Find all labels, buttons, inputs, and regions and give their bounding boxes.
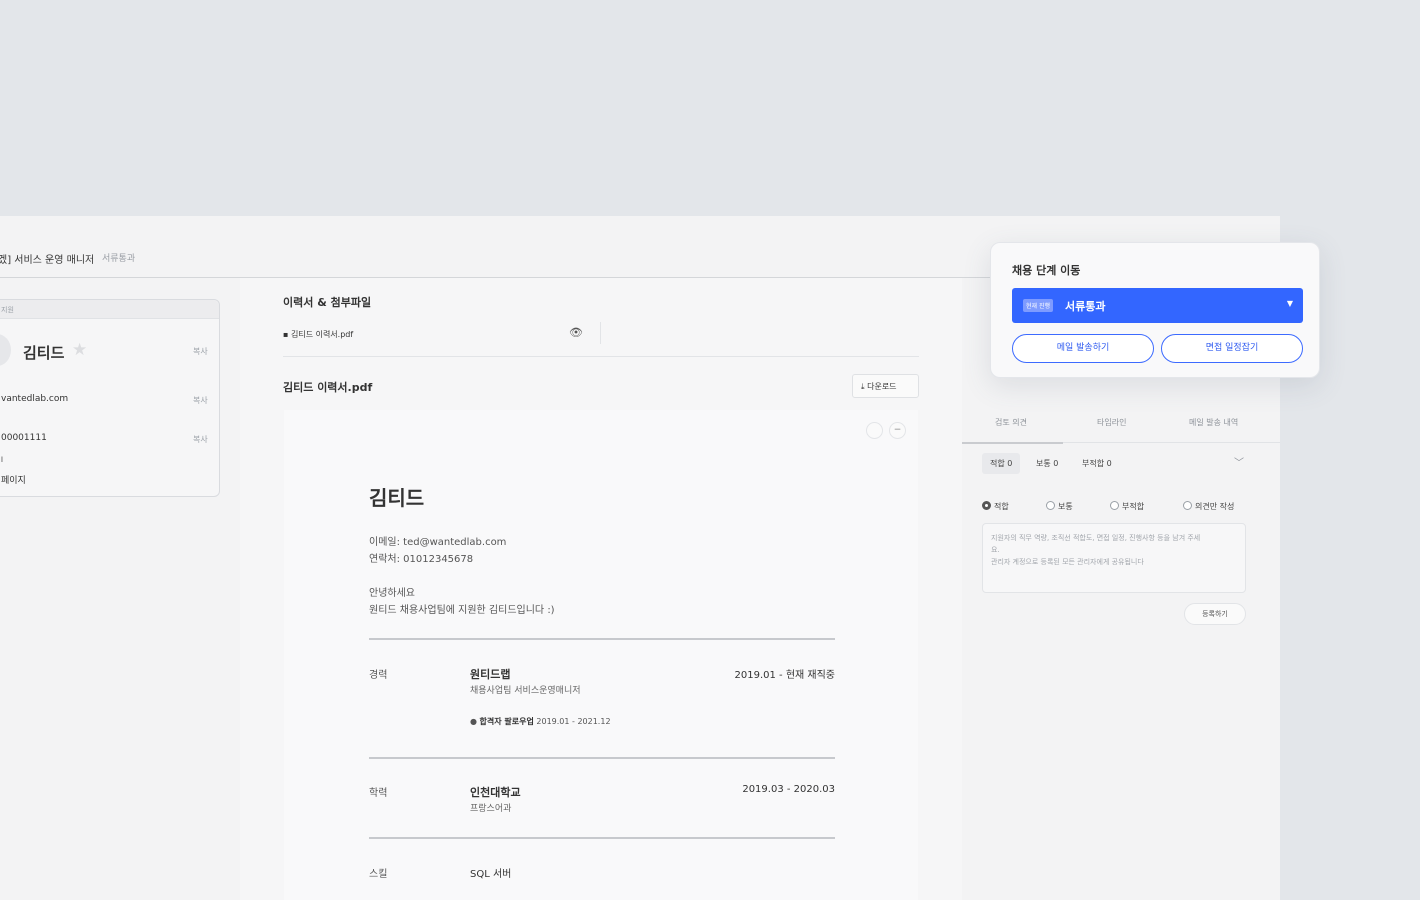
stage-move-popover: 채용 단계 이동 현재 진행 서류통과 ▼ 메일 발송하기 면접 일정잡기 xyxy=(990,242,1320,378)
download-button[interactable]: ⤓ 다운로드 xyxy=(852,374,919,398)
caret-down-icon: ▼ xyxy=(1286,299,1293,308)
viewer-title: 김티드 이력서.pdf xyxy=(283,381,373,394)
candidate-phone: 00001111 xyxy=(1,433,47,443)
resume-intro: 원티드 채용사업팀에 지원한 김티드입니다 :) xyxy=(369,605,555,616)
candidate-email: vantedlab.com xyxy=(1,394,69,404)
chip-fit[interactable]: 적합 0 xyxy=(982,453,1021,474)
candidate-extra: l xyxy=(1,456,3,464)
resume-phone: 연락처: 01012345678 xyxy=(369,554,474,565)
schedule-interview-button[interactable]: 면접 일정잡기 xyxy=(1161,334,1303,363)
radio-icon xyxy=(1110,501,1119,510)
divider xyxy=(369,837,835,839)
education-major: 프랑스어과 xyxy=(470,804,512,814)
candidate-card: 지원 김티드 ★ 복사 vantedlab.com 복사 00001111 복사… xyxy=(0,299,220,497)
divider xyxy=(283,356,919,357)
radio-comment-only-label: 의견만 작성 xyxy=(1195,502,1235,511)
radio-unfit-label: 부적합 xyxy=(1122,502,1145,511)
radio-comment-only[interactable]: 의견만 작성 xyxy=(1183,501,1234,512)
divider xyxy=(369,757,835,759)
placeholder-line: 관리자 계정으로 등록된 모든 관리자에게 공유됩니다 xyxy=(991,558,1144,566)
placeholder-line: 요. xyxy=(991,546,1000,554)
radio-fit-label: 적합 xyxy=(994,502,1009,511)
career-project: ● 합격자 팔로우업 2019.01 - 2021.12 xyxy=(470,717,611,726)
review-tabs: 검토 의견 타임라인 메일 발송 내역 xyxy=(962,401,1280,443)
copy-phone-button[interactable]: 복사 xyxy=(193,434,208,445)
radio-unfit[interactable]: 부적합 xyxy=(1110,501,1144,512)
skills-label: 스킬 xyxy=(369,869,388,880)
rating-summary: 적합 0 보통 0 부적합 0 xyxy=(982,453,1252,475)
attachment-file-item[interactable]: ▪ 김티드 이력서.pdf xyxy=(283,329,353,340)
career-period: 2019.01 - 현재 재직중 xyxy=(734,670,836,681)
candidate-card-header: 지원 xyxy=(0,300,219,319)
copy-email-button[interactable]: 복사 xyxy=(193,395,208,406)
tab-review[interactable]: 검토 의견 xyxy=(995,417,1027,428)
education-period: 2019.03 - 2020.03 xyxy=(742,784,835,795)
selected-stage: 서류통과 xyxy=(1065,300,1106,313)
career-role: 채용사업팀 서비스운영매니저 xyxy=(470,686,581,696)
education-school: 인천대학교 xyxy=(470,786,521,799)
career-label: 경력 xyxy=(369,670,388,681)
star-icon[interactable]: ★ xyxy=(72,340,87,360)
resume-viewer: − 김티드 이메일: ted@wantedlab.com 연락처: 010123… xyxy=(284,410,918,900)
radio-fit[interactable]: 적합 xyxy=(982,501,1009,512)
chip-unfit[interactable]: 부적합 0 xyxy=(1074,453,1120,474)
resume-name: 김티드 xyxy=(369,486,425,510)
divider xyxy=(369,638,835,640)
career-company: 원티드랩 xyxy=(470,668,511,681)
zoom-in-button[interactable] xyxy=(866,422,883,439)
tab-mail-history[interactable]: 메일 발송 내역 xyxy=(1189,417,1238,428)
review-comment-field[interactable]: 지원자의 직무 역량, 조직선 적합도, 면접 일정, 진행사항 등을 남겨 주… xyxy=(982,523,1246,593)
download-label: 다운로드 xyxy=(867,382,897,391)
popover-title: 채용 단계 이동 xyxy=(1012,264,1081,277)
radio-normal-label: 보통 xyxy=(1058,502,1073,511)
candidate-name: 김티드 xyxy=(23,344,65,362)
main-content: 이력서 & 첨부파일 ▪ 김티드 이력서.pdf 👁 김티드 이력서.pdf ⤓… xyxy=(240,278,962,900)
placeholder-line: 지원자의 직무 역량, 조직선 적합도, 면접 일정, 진행사항 등을 남겨 주… xyxy=(991,534,1201,542)
radio-icon xyxy=(1183,501,1192,510)
attachments-title: 이력서 & 첨부파일 xyxy=(283,296,372,309)
chip-normal[interactable]: 보통 0 xyxy=(1028,453,1066,474)
job-title: 겠] 서비스 운영 매니저 xyxy=(0,255,95,266)
radio-icon xyxy=(1046,501,1055,510)
project-period: 2019.01 - 2021.12 xyxy=(536,717,611,726)
skills-value: SQL 서버 xyxy=(470,869,512,880)
submit-review-button[interactable]: 등록하기 xyxy=(1184,603,1246,625)
eye-icon[interactable]: 👁 xyxy=(569,326,583,339)
send-email-button[interactable]: 메일 발송하기 xyxy=(1012,334,1154,363)
attachment-file-name: 김티드 이력서.pdf xyxy=(290,330,354,339)
divider xyxy=(600,322,601,344)
education-label: 학력 xyxy=(369,788,388,799)
radio-normal[interactable]: 보통 xyxy=(1046,501,1073,512)
resume-greeting: 안녕하세요 xyxy=(369,588,415,599)
copy-name-button[interactable]: 복사 xyxy=(193,346,208,357)
download-icon: ⤓ xyxy=(861,382,865,391)
chevron-down-icon[interactable]: ﹀ xyxy=(1234,454,1244,469)
radio-selected-icon xyxy=(982,501,991,510)
active-tab-indicator xyxy=(962,442,1063,444)
zoom-out-button[interactable]: − xyxy=(889,422,906,439)
avatar xyxy=(0,334,11,366)
resume-email: 이메일: ted@wantedlab.com xyxy=(369,537,507,548)
project-name: 합격자 팔로우업 xyxy=(479,717,534,726)
left-panel: 지원 김티드 ★ 복사 vantedlab.com 복사 00001111 복사… xyxy=(0,278,240,900)
current-stage-badge: 현재 진행 xyxy=(1023,299,1053,312)
candidate-page-link[interactable]: 페이지 xyxy=(1,473,26,486)
current-stage-label: 서류통과 xyxy=(102,254,136,264)
tab-timeline[interactable]: 타임라인 xyxy=(1097,417,1126,428)
stage-select[interactable]: 현재 진행 서류통과 ▼ xyxy=(1012,288,1303,323)
